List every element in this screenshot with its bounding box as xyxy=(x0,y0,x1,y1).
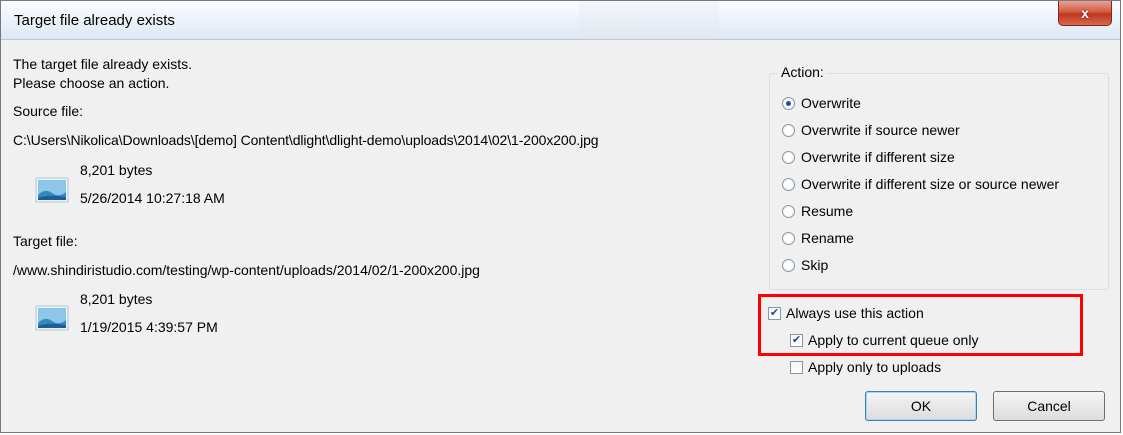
source-file-label: Source file: xyxy=(13,103,84,119)
cancel-button[interactable]: Cancel xyxy=(993,391,1105,421)
radio-label: Overwrite if source newer xyxy=(801,122,960,138)
source-file-size: 8,201 bytes xyxy=(80,162,153,178)
radio-button[interactable] xyxy=(782,258,795,272)
background-window-fragment xyxy=(579,1,719,39)
checkbox-label: Always use this action xyxy=(786,305,924,321)
radio-rename[interactable]: Rename xyxy=(782,230,854,246)
radio-button[interactable] xyxy=(782,177,795,191)
current-queue-checkbox[interactable]: ✔ xyxy=(790,333,803,347)
always-use-action-checkbox-row[interactable]: ✔ Always use this action xyxy=(768,305,924,321)
current-queue-checkbox-row[interactable]: ✔ Apply to current queue only xyxy=(790,332,978,348)
radio-overwrite[interactable]: Overwrite xyxy=(782,95,861,111)
radio-label: Overwrite if different size xyxy=(801,149,955,165)
radio-label: Skip xyxy=(801,257,829,273)
radio-overwrite-if-size-or-newer[interactable]: Overwrite if different size or source ne… xyxy=(782,176,1059,192)
target-file-label: Target file: xyxy=(13,233,78,249)
radio-button[interactable] xyxy=(782,204,795,218)
target-file-size: 8,201 bytes xyxy=(80,291,153,307)
radio-button[interactable] xyxy=(782,150,795,164)
only-uploads-checkbox-row[interactable]: Apply only to uploads xyxy=(790,359,941,375)
radio-button-selected[interactable] xyxy=(782,96,795,110)
title-bar[interactable]: Target file already exists x xyxy=(1,1,1120,40)
source-file-path: C:\Users\Nikolica\Downloads\[demo] Conte… xyxy=(13,132,599,148)
message-line-1: The target file already exists. xyxy=(13,56,192,72)
dialog-content: The target file already exists. Please c… xyxy=(10,45,1112,429)
target-file-date: 1/19/2015 4:39:57 PM xyxy=(80,319,218,335)
message-line-2: Please choose an action. xyxy=(13,75,170,91)
radio-label: Resume xyxy=(801,203,854,219)
window-title: Target file already exists xyxy=(14,12,175,29)
target-file-path: /www.shindiristudio.com/testing/wp-conte… xyxy=(13,262,480,278)
image-file-icon xyxy=(35,177,69,203)
image-file-icon xyxy=(35,305,69,331)
action-legend: Action: xyxy=(778,64,827,80)
only-uploads-checkbox[interactable] xyxy=(790,360,803,374)
ok-button[interactable]: OK xyxy=(865,391,977,421)
radio-label: Rename xyxy=(801,230,854,246)
radio-overwrite-if-newer[interactable]: Overwrite if source newer xyxy=(782,122,960,138)
source-file-date: 5/26/2014 10:27:18 AM xyxy=(80,190,225,206)
radio-resume[interactable]: Resume xyxy=(782,203,853,219)
always-use-action-checkbox[interactable]: ✔ xyxy=(768,306,781,320)
close-button[interactable]: x xyxy=(1058,1,1112,26)
radio-overwrite-if-different-size[interactable]: Overwrite if different size xyxy=(782,149,955,165)
radio-button[interactable] xyxy=(782,123,795,137)
checkbox-label: Apply to current queue only xyxy=(808,332,979,348)
radio-skip[interactable]: Skip xyxy=(782,257,828,273)
action-groupbox: Action: Overwrite Overwrite if source ne… xyxy=(769,64,1109,290)
radio-label: Overwrite xyxy=(801,95,861,111)
close-icon: x xyxy=(1081,5,1089,21)
checkbox-label: Apply only to uploads xyxy=(808,359,942,375)
file-exists-dialog: Target file already exists x The target … xyxy=(0,0,1121,433)
radio-label: Overwrite if different size or source ne… xyxy=(801,176,1060,192)
radio-button[interactable] xyxy=(782,231,795,245)
